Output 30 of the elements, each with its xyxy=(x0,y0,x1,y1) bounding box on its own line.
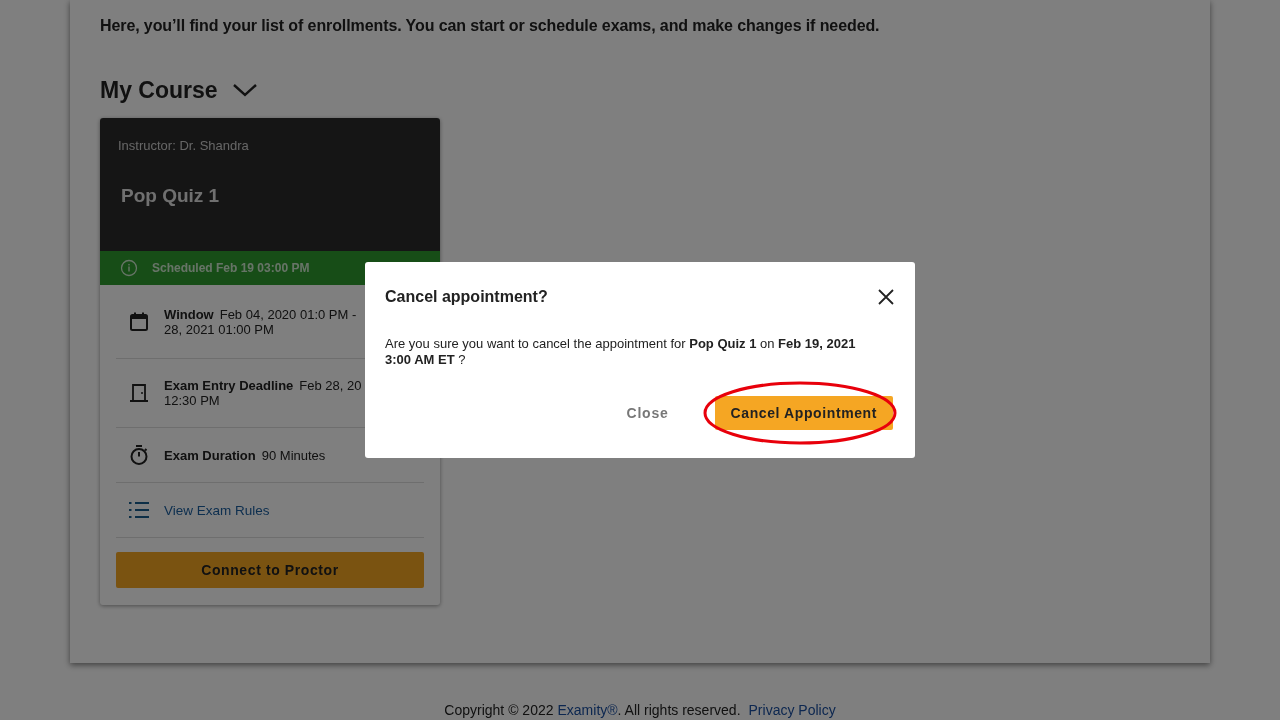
cancel-appointment-button[interactable]: Cancel Appointment xyxy=(714,396,893,430)
intro-text: Here, you’ll find your list of enrollments. You can start or schedule exams, and make changes if needed. xyxy=(100,16,881,35)
instructor-name: Instructor: Dr. Shandra xyxy=(118,138,250,153)
detail-value: Feb 28, 20 xyxy=(299,378,362,393)
stopwatch-icon xyxy=(128,444,150,466)
detail-value: Feb 04, 2020 01:0 PM - xyxy=(219,306,357,322)
copyright-text: Copyright © 2022 xyxy=(444,702,554,718)
detail-label: Window xyxy=(164,306,214,322)
close-icon[interactable] xyxy=(877,288,895,306)
connect-to-proctor-button[interactable]: Connect to Proctor xyxy=(116,552,424,588)
view-exam-rules-link[interactable]: View Exam Rules xyxy=(164,502,270,518)
door-icon xyxy=(128,382,150,404)
status-text: Scheduled Feb 19 03:00 PM xyxy=(152,261,310,275)
examity-link[interactable]: Examity® xyxy=(557,702,618,718)
exam-title: Pop Quiz 1 xyxy=(121,185,221,207)
dialog-message: Are you sure you want to cancel the appointment for Pop Quiz 1 on Feb 19, 2021 3:00 AM ET ? xyxy=(385,336,857,368)
detail-label: Exam Entry Deadline xyxy=(164,378,294,393)
dialog-title: Cancel appointment? xyxy=(385,288,548,306)
detail-value: 90 Minutes xyxy=(261,447,326,463)
privacy-policy-link[interactable]: Privacy Policy xyxy=(748,702,836,718)
course-title: My Course xyxy=(100,76,218,104)
rights-text: . All rights reserved. xyxy=(617,702,741,718)
chevron-down-icon[interactable] xyxy=(231,82,258,98)
close-button[interactable]: Close xyxy=(620,404,675,422)
calendar-icon xyxy=(128,310,150,333)
list-icon xyxy=(128,499,150,521)
info-icon xyxy=(120,259,138,277)
detail-value: 12:30 PM xyxy=(164,393,220,408)
detail-value: 28, 2021 01:00 PM xyxy=(164,321,274,337)
detail-label: Exam Duration xyxy=(164,447,256,463)
